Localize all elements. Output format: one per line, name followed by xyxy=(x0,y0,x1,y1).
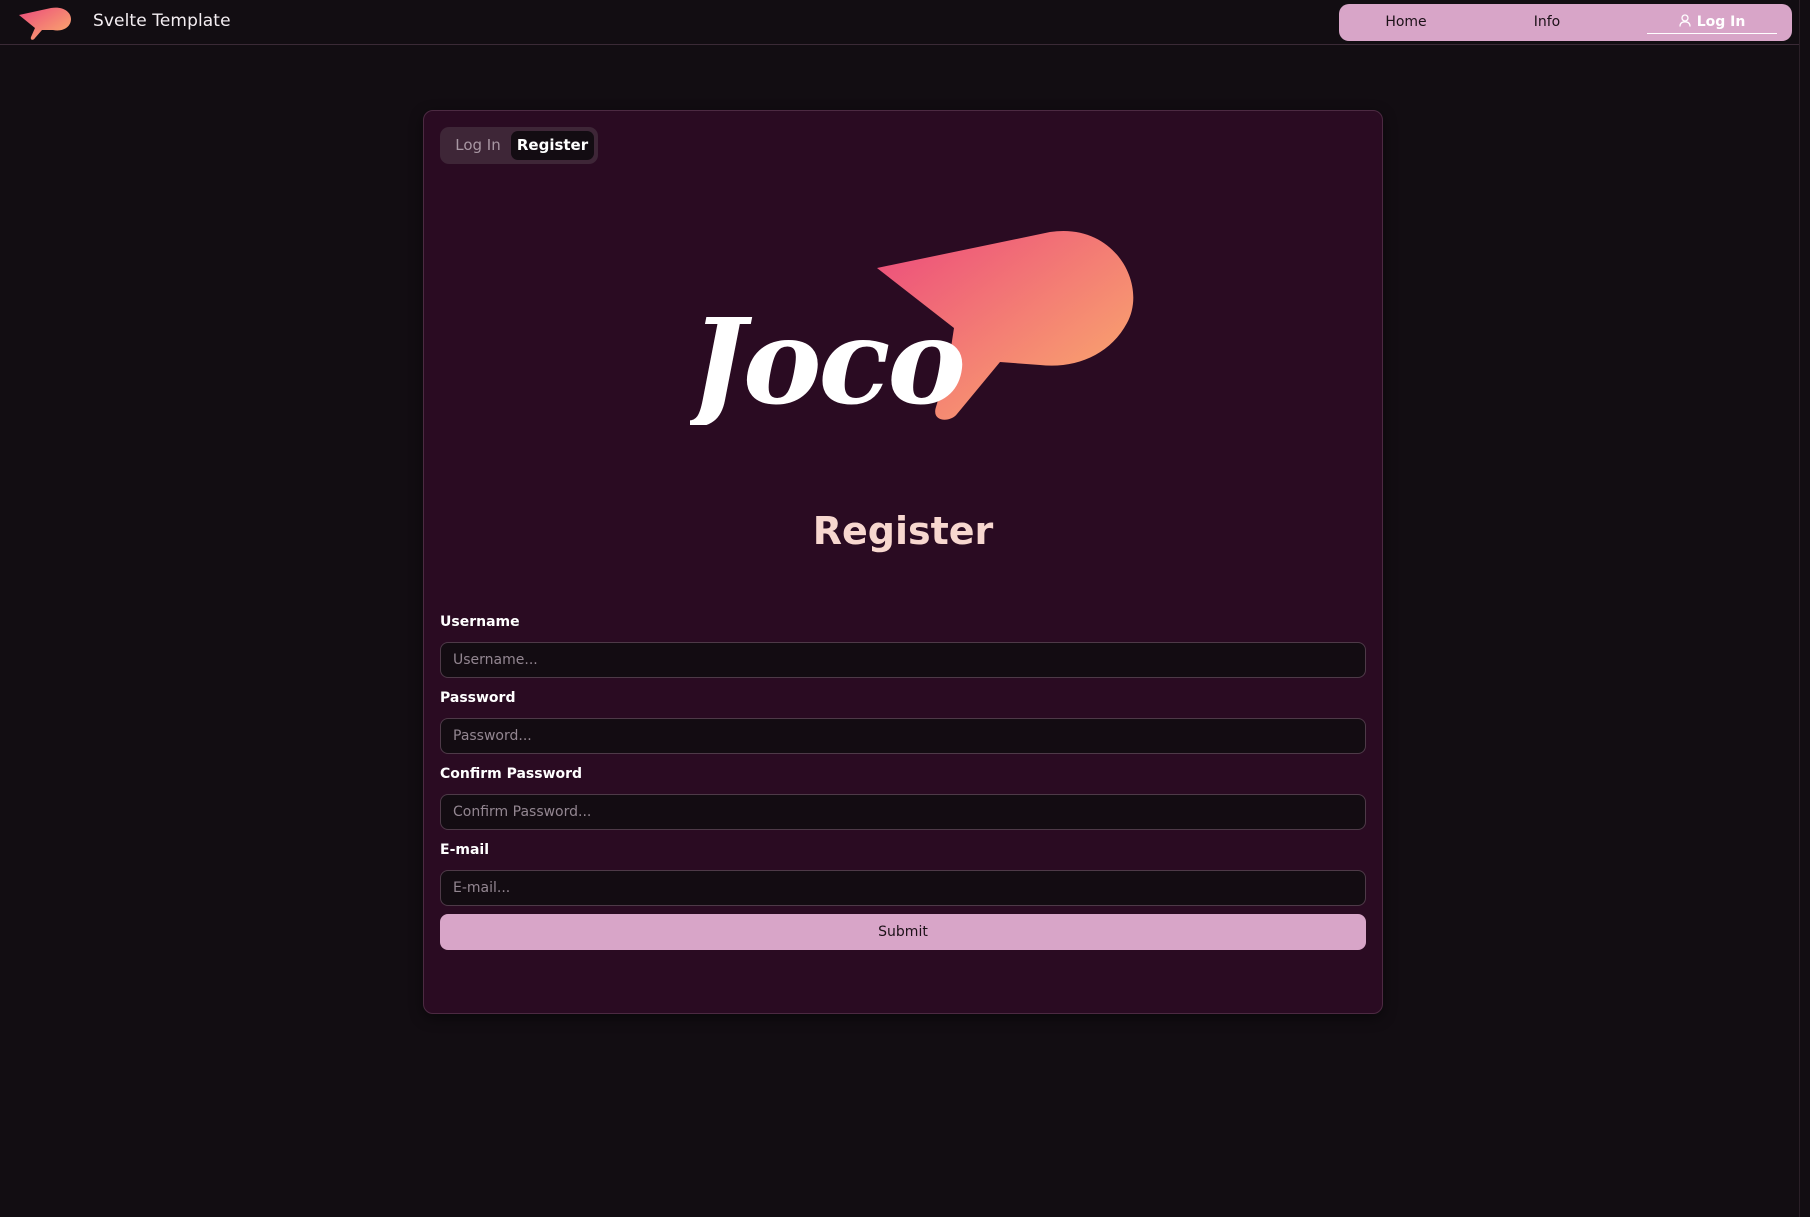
username-input[interactable] xyxy=(440,642,1366,678)
nav-login-link[interactable]: Log In xyxy=(1647,4,1777,41)
nav-info-link[interactable]: Info xyxy=(1532,4,1562,41)
top-navbar: Svelte Template Home Info Log In xyxy=(0,0,1810,45)
password-input[interactable] xyxy=(440,718,1366,754)
nav-login-label: Log In xyxy=(1696,14,1746,30)
joco-logo: Joco xyxy=(690,230,1134,425)
tab-login[interactable]: Log In xyxy=(445,131,511,160)
nav-home-link[interactable]: Home xyxy=(1385,4,1427,41)
email-label: E-mail xyxy=(440,842,490,858)
page-title: Register xyxy=(812,509,994,553)
app-title: Svelte Template xyxy=(93,11,231,31)
auth-card: Log In Register Joco Register Username P… xyxy=(423,110,1383,1014)
confirm-password-label: Confirm Password xyxy=(440,766,583,782)
email-input[interactable] xyxy=(440,870,1366,906)
joco-wordmark: Joco xyxy=(690,292,963,425)
submit-button[interactable]: Submit xyxy=(440,914,1366,950)
joco-bubble-logo-icon[interactable] xyxy=(17,5,73,41)
tab-register[interactable]: Register xyxy=(511,131,594,160)
auth-tabs: Log In Register xyxy=(440,127,598,164)
page-scrollbar[interactable] xyxy=(1799,0,1810,1217)
confirm-password-input[interactable] xyxy=(440,794,1366,830)
user-icon xyxy=(1679,14,1691,27)
main-nav: Home Info Log In xyxy=(1339,4,1792,41)
password-label: Password xyxy=(440,690,516,706)
username-label: Username xyxy=(440,614,520,630)
